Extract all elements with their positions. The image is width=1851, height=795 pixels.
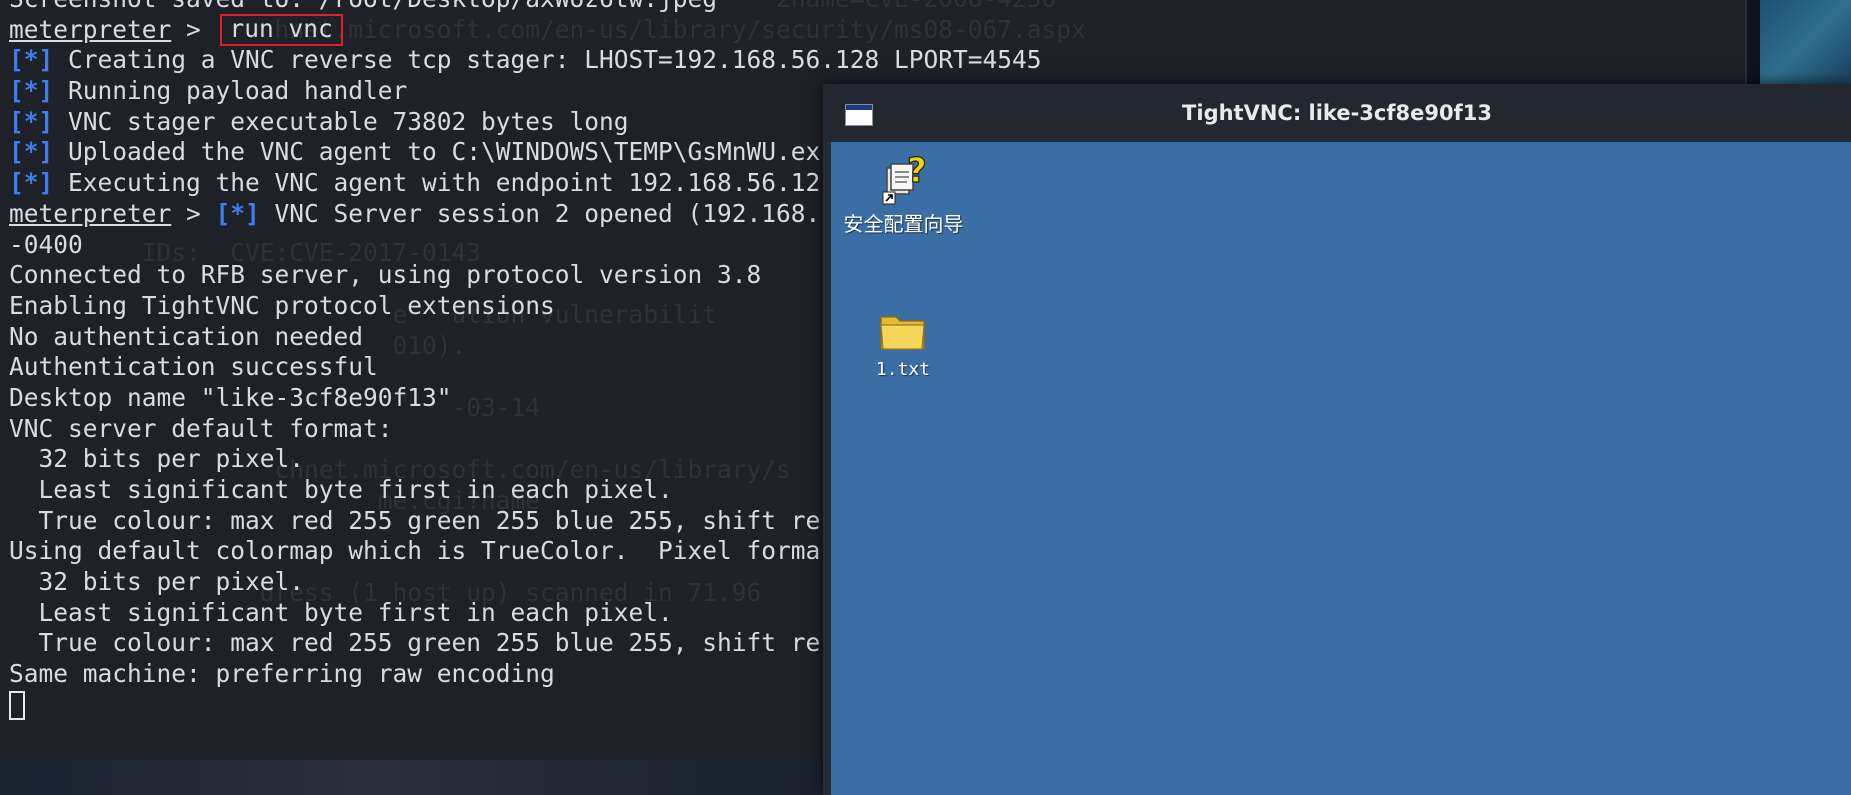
remote-desktop[interactable]: ? 安全配置向导 1.txt: [831, 142, 1851, 795]
desktop-icon-label: 1.txt: [875, 359, 931, 380]
text-cursor: [9, 691, 25, 721]
tightvnc-window[interactable]: TightVNC: like-3cf8e90f13 ? 安全配置向导 1.txt: [823, 84, 1851, 795]
desktop-icon-security-wizard[interactable]: ? 安全配置向导: [831, 150, 976, 237]
svg-text:?: ?: [907, 151, 927, 191]
terminal-line: [*] Creating a VNC reverse tcp stager: L…: [9, 45, 1042, 75]
meterpreter-prompt: meterpreter: [9, 198, 172, 228]
status-marker: [*]: [9, 76, 54, 106]
vnc-titlebar[interactable]: TightVNC: like-3cf8e90f13: [823, 84, 1851, 142]
meterpreter-prompt: meterpreter: [9, 14, 172, 44]
desktop-icon-folder[interactable]: 1.txt: [853, 307, 953, 380]
folder-icon: [878, 307, 928, 355]
status-marker: [*]: [9, 168, 54, 198]
desktop-wallpaper-corner: [1760, 0, 1851, 90]
status-marker: [*]: [9, 137, 54, 167]
status-marker: [*]: [9, 45, 54, 75]
terminal-line: meterpreter > run vnc: [9, 13, 1042, 46]
vnc-window-title: TightVNC: like-3cf8e90f13: [1182, 101, 1492, 125]
highlighted-command: run vnc: [219, 13, 343, 46]
status-marker: [*]: [9, 106, 54, 136]
wizard-help-icon: ?: [877, 150, 931, 206]
desktop-icon-label: 安全配置向导: [843, 212, 964, 236]
terminal-line: Screenshot saved to: /root/Desktop/axWoz…: [9, 0, 1042, 15]
status-marker: [*]: [215, 198, 260, 228]
